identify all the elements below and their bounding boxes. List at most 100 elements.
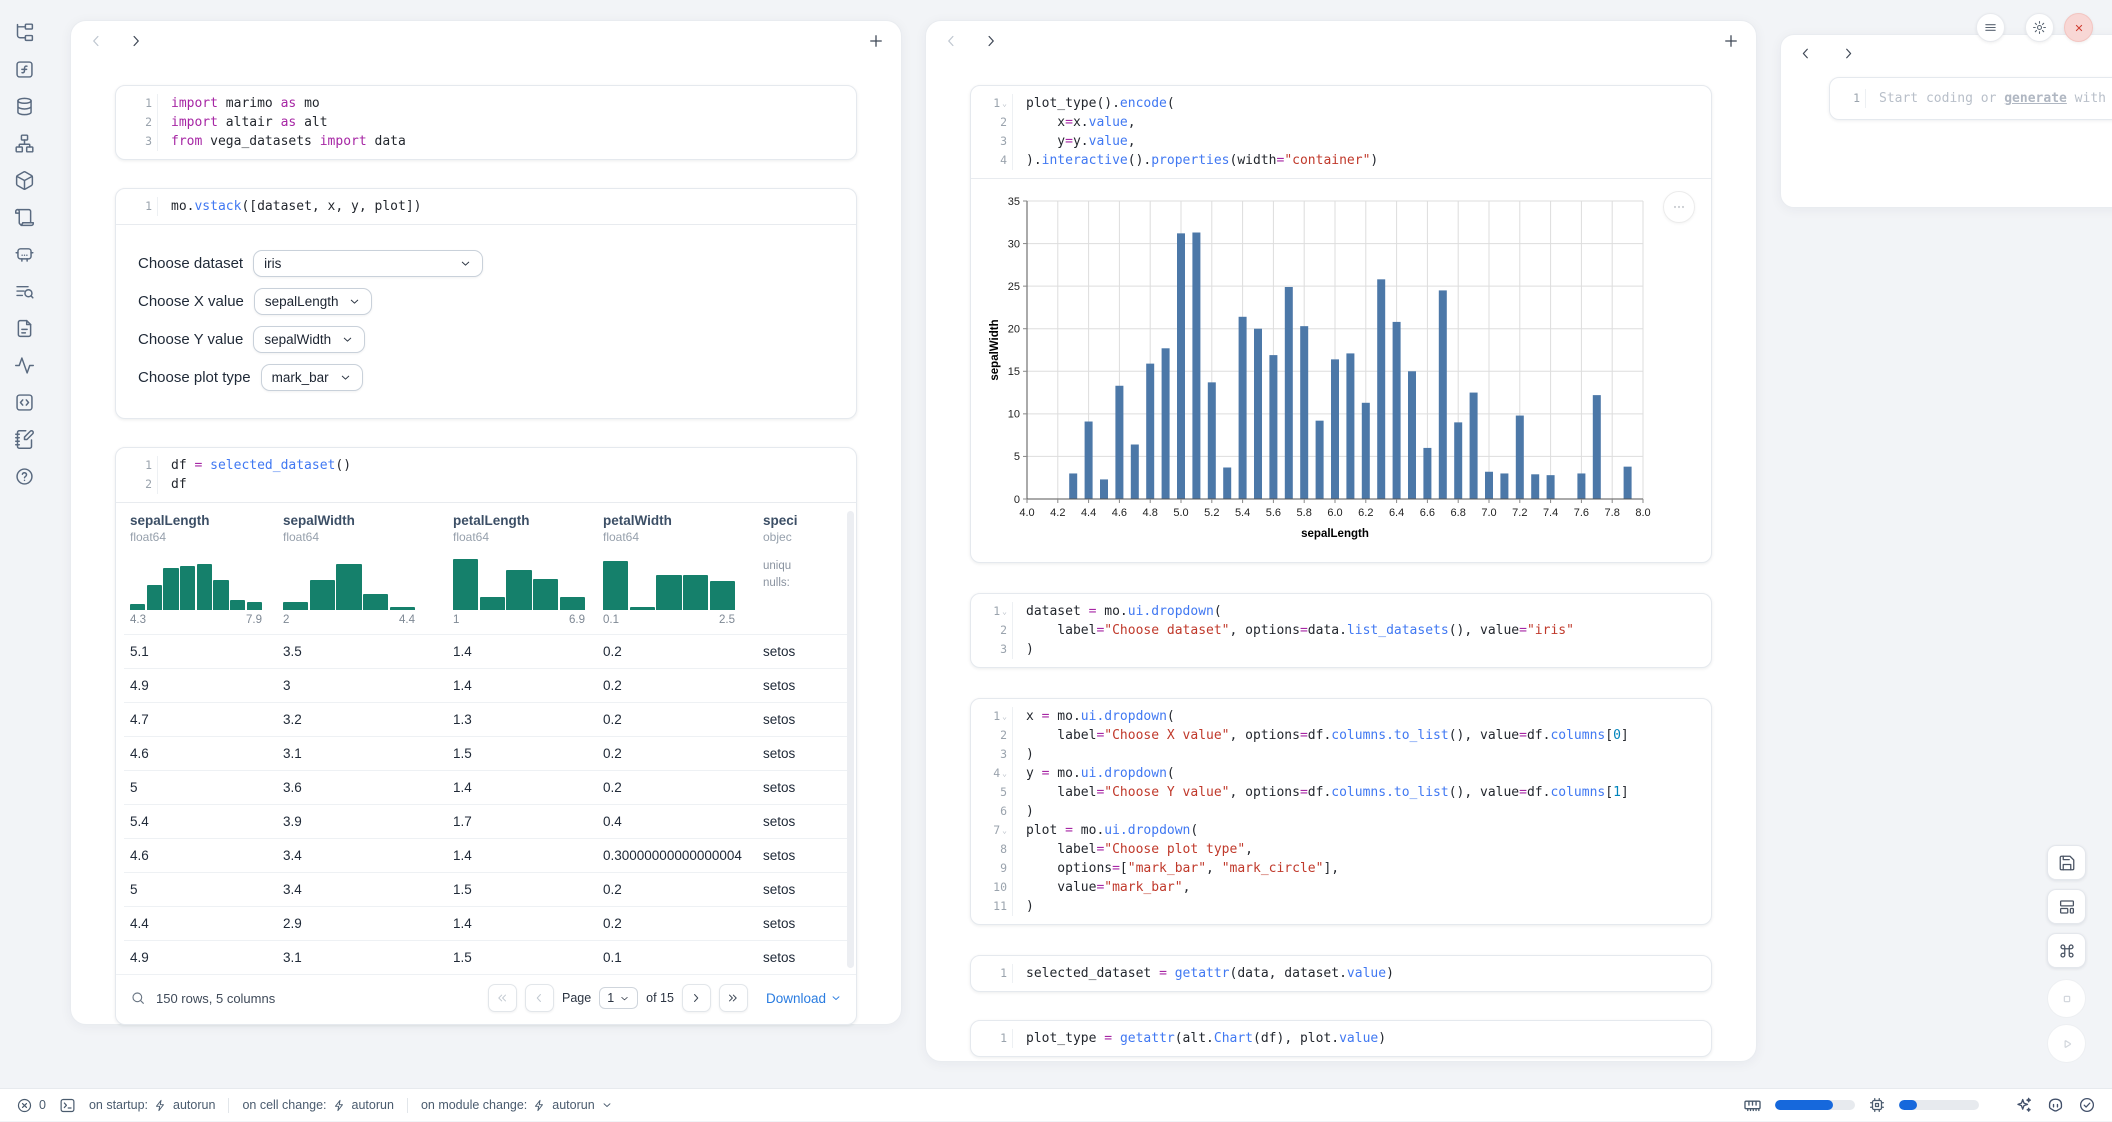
column-header-sepalWidth[interactable]: sepalWidthfloat6424.4 [277, 505, 447, 634]
package-icon[interactable] [12, 168, 36, 192]
bar[interactable] [1454, 422, 1462, 499]
bar[interactable] [1223, 467, 1231, 499]
code-line[interactable]: 1import marimo as mo [116, 94, 856, 113]
sitemap-icon[interactable] [12, 131, 36, 155]
cell-imports[interactable]: 1import marimo as mo2import altair as al… [115, 85, 857, 160]
cell-chart[interactable]: 1⌄plot_type().encode(2 x=x.value,3 y=y.v… [970, 85, 1712, 563]
bar[interactable] [1085, 422, 1093, 499]
cell-plot-type[interactable]: 1plot_type = getattr(alt.Chart(df), plot… [970, 1020, 1712, 1057]
bar[interactable] [1516, 416, 1524, 499]
bar[interactable] [1577, 473, 1585, 499]
panel-prev-button[interactable] [87, 32, 105, 50]
layout-button[interactable] [2047, 889, 2086, 924]
copilot-button[interactable] [2046, 1096, 2065, 1115]
page-select[interactable]: 1 [599, 987, 638, 1009]
cell-dataset-dropdown[interactable]: 1⌄dataset = mo.ui.dropdown(2 label="Choo… [970, 593, 1712, 668]
code-line[interactable]: 2import altair as alt [116, 113, 856, 132]
help-circle-icon[interactable] [12, 464, 36, 488]
bar[interactable] [1316, 421, 1324, 499]
download-button[interactable]: Download [766, 991, 842, 1006]
code-line[interactable]: 6) [971, 802, 1711, 821]
database-icon[interactable] [12, 94, 36, 118]
function-square-icon[interactable] [12, 57, 36, 81]
bar[interactable] [1100, 479, 1108, 499]
list-search-icon[interactable] [12, 279, 36, 303]
code-line[interactable]: 1⌄dataset = mo.ui.dropdown( [971, 602, 1711, 621]
cell-selected-dataset[interactable]: 1selected_dataset = getattr(data, datase… [970, 955, 1712, 992]
bar[interactable] [1485, 472, 1493, 499]
table-row[interactable]: 4.42.91.40.2setos [124, 906, 848, 940]
table-row[interactable]: 4.73.21.30.2setos [124, 702, 848, 736]
scroll-icon[interactable] [12, 205, 36, 229]
panel-next-button[interactable] [127, 32, 145, 50]
code-line[interactable]: 10 value="mark_bar", [971, 878, 1711, 897]
bar[interactable] [1131, 445, 1139, 499]
code-line[interactable]: 8 label="Choose plot type", [971, 840, 1711, 859]
bar[interactable] [1470, 393, 1478, 499]
generate-link[interactable]: generate [2004, 91, 2067, 106]
select-choose-dataset[interactable]: iris [253, 250, 483, 277]
code-line[interactable]: 1mo.vstack([dataset, x, y, plot]) [116, 197, 856, 216]
bar[interactable] [1547, 475, 1555, 499]
table-row[interactable]: 5.43.91.70.4setos [124, 804, 848, 838]
bar[interactable] [1239, 317, 1247, 499]
activity-icon[interactable] [12, 353, 36, 377]
on-module-change-setting[interactable]: on module change: autorun [421, 1098, 613, 1112]
select-choose-plot-type[interactable]: mark_bar [261, 364, 363, 391]
code-line[interactable]: 3 y=y.value, [971, 132, 1711, 151]
code-line[interactable]: 4).interactive().properties(width="conta… [971, 151, 1711, 170]
close-button[interactable] [2064, 13, 2093, 42]
command-palette-button[interactable] [2047, 933, 2086, 968]
cell-dataframe[interactable]: 1df = selected_dataset()2df sepalLengthf… [115, 447, 857, 1025]
code-line[interactable]: 1selected_dataset = getattr(data, datase… [971, 964, 1711, 983]
add-cell-button[interactable] [1722, 32, 1740, 50]
bar[interactable] [1162, 348, 1170, 499]
bar[interactable] [1423, 448, 1431, 499]
bar[interactable] [1346, 353, 1354, 499]
table-row[interactable]: 5.13.51.40.2setos [124, 634, 848, 668]
code-line[interactable]: 3from vega_datasets import data [116, 132, 856, 151]
code-line[interactable]: 2 label="Choose X value", options=df.col… [971, 726, 1711, 745]
altair-bar-chart[interactable]: 4.04.24.44.64.85.05.25.45.65.86.06.26.46… [987, 191, 1701, 554]
code-box-icon[interactable] [12, 390, 36, 414]
bar[interactable] [1285, 287, 1293, 499]
settings-button[interactable] [2025, 13, 2054, 42]
prev-page-button[interactable] [525, 984, 554, 1012]
file-text-icon[interactable] [12, 316, 36, 340]
column-header-speci[interactable]: speciobjecuniqunulls: [757, 505, 848, 634]
table-row[interactable]: 4.93.11.50.1setos [124, 940, 848, 974]
bar[interactable] [1208, 382, 1216, 499]
code-line[interactable]: 1df = selected_dataset() [116, 456, 856, 475]
code-line[interactable]: 2 x=x.value, [971, 113, 1711, 132]
bar[interactable] [1331, 359, 1339, 499]
bar[interactable] [1500, 473, 1508, 499]
on-cell-change-setting[interactable]: on cell change: autorun [242, 1098, 394, 1112]
code-line[interactable]: 2df [116, 475, 856, 494]
panel-prev-button[interactable] [1797, 45, 1814, 62]
fold-icon[interactable]: ⌄ [1002, 94, 1007, 113]
column-header-petalLength[interactable]: petalLengthfloat6416.9 [447, 505, 597, 634]
save-button[interactable] [2047, 845, 2086, 880]
ai-sparkles-button[interactable] [2014, 1096, 2033, 1115]
fold-icon[interactable]: ⌄ [1002, 821, 1007, 840]
on-startup-setting[interactable]: on startup: autorun [89, 1098, 215, 1112]
bar[interactable] [1269, 355, 1277, 499]
bar[interactable] [1115, 386, 1123, 499]
column-header-sepalLength[interactable]: sepalLengthfloat644.37.9 [124, 505, 277, 634]
panel-next-button[interactable] [1840, 45, 1857, 62]
bar[interactable] [1146, 364, 1154, 499]
code-line[interactable]: 11) [971, 897, 1711, 916]
fold-icon[interactable]: ⌄ [1002, 707, 1007, 726]
next-page-button[interactable] [682, 984, 711, 1012]
code-line[interactable]: 1plot_type = getattr(alt.Chart(df), plot… [971, 1029, 1711, 1048]
code-line[interactable]: 4⌄y = mo.ui.dropdown( [971, 764, 1711, 783]
bar[interactable] [1393, 322, 1401, 499]
bar[interactable] [1192, 233, 1200, 499]
first-page-button[interactable] [488, 984, 517, 1012]
select-choose-y-value[interactable]: sepalWidth [253, 326, 365, 353]
bar[interactable] [1300, 326, 1308, 499]
connection-status-icon[interactable] [2078, 1096, 2096, 1114]
bar[interactable] [1624, 467, 1632, 499]
table-row[interactable]: 4.63.11.50.2setos [124, 736, 848, 770]
table-row[interactable]: 4.63.41.40.30000000000000004setos [124, 838, 848, 872]
